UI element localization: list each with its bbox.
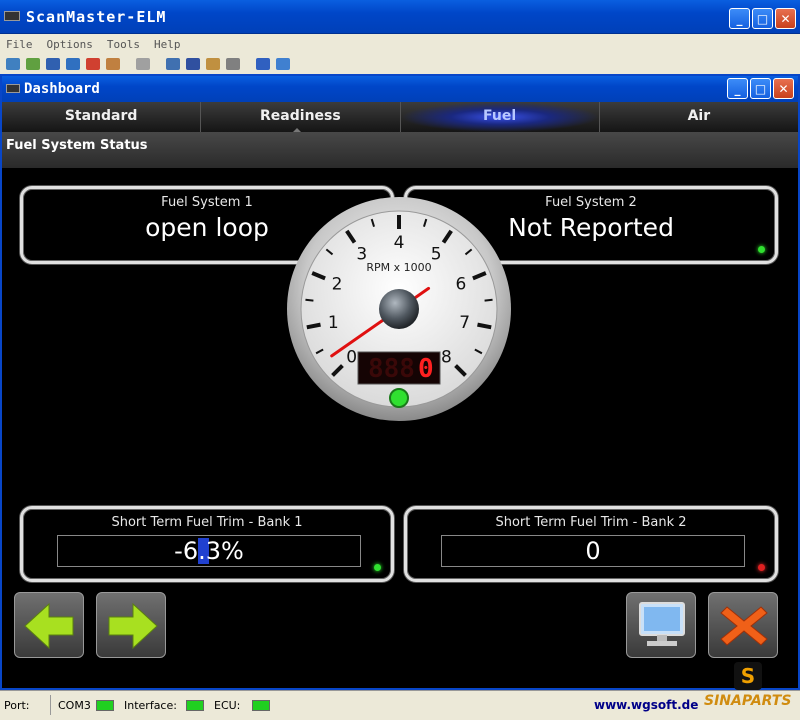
maximize-button[interactable]: □ [752,8,773,29]
gauge-hub [379,289,419,329]
dashboard-close-button[interactable]: ✕ [773,78,794,99]
ecu-status-led [252,700,270,711]
dashboard-tabs: Standard Readiness Fuel Air [2,102,798,132]
exit-button[interactable] [708,592,778,658]
port-value: COM3 [58,699,91,712]
user-icon[interactable] [106,58,120,70]
gauge-tick-label: 6 [455,274,466,294]
gauge-tick-label: 4 [394,233,405,253]
arrow-right-icon [108,602,158,650]
section-title: Fuel System Status [6,138,148,153]
gauge-tick-label: 1 [328,313,339,333]
stft-bank-1-bar: -6.3% [57,535,361,567]
port-status-led [96,700,114,711]
gauge-tick [305,298,314,302]
gauge-tick [484,298,493,302]
info-icon[interactable] [256,58,270,70]
dashboard-title: Dashboard [24,81,100,97]
digital-readout-value: 0 [418,354,434,384]
digital-readout-placeholder: 888 [368,354,415,384]
stft-bank-2-bar: 0 [441,535,745,567]
connect-icon[interactable] [6,58,20,70]
close-button[interactable]: ✕ [775,8,796,29]
windows-icon[interactable] [86,58,100,70]
website-link[interactable]: www.wgsoft.de [594,698,698,712]
toolbar [0,54,800,74]
app-title: ScanMaster-ELM [26,8,167,26]
tab-fuel[interactable]: Fuel [400,102,600,132]
menu-bar: File Options Tools Help [0,34,800,54]
stft-bank-1-status-led [374,564,381,571]
watermark-logo: S [734,662,762,690]
status-separator [50,695,51,715]
dashboard-minimize-button[interactable]: _ [727,78,748,99]
port-label: Port: [4,699,30,712]
gauge-tick-label: 2 [332,274,343,294]
app-icon [4,11,20,21]
dashboard-icon[interactable] [186,58,200,70]
gauge-status-led [389,388,409,408]
refresh-icon[interactable] [26,58,40,70]
settings-icon[interactable] [226,58,240,70]
tab-standard[interactable]: Standard [2,102,202,132]
fuel-system-2-status-led [758,246,765,253]
gauge-unit-label: RPM x 1000 [366,261,431,274]
close-x-icon [720,606,768,646]
menu-options[interactable]: Options [47,38,93,51]
stft-bank-2-panel: Short Term Fuel Trim - Bank 2 0 [404,506,778,582]
monitor-icon [639,602,685,646]
dashboard-titlebar[interactable]: Dashboard _ □ ✕ [2,76,798,102]
fullscreen-button[interactable] [626,592,696,658]
stft-bank-1-panel: Short Term Fuel Trim - Bank 1 -6.3% [20,506,394,582]
interface-status-led [186,700,204,711]
app-titlebar[interactable]: ScanMaster-ELM _ □ ✕ [0,0,800,34]
stft-bank-2-status-led [758,564,765,571]
stft-bank-1-label: Short Term Fuel Trim - Bank 1 [111,515,303,530]
stft-bank-1-value: -6.3% [174,537,244,565]
minimize-button[interactable]: _ [729,8,750,29]
tachometer-gauge: 012345678 RPM x 1000 888 0 [286,196,512,422]
help-icon[interactable] [276,58,290,70]
gauge-tick-label: 8 [441,347,452,367]
ecu-label: ECU: [214,699,241,712]
tool-icon[interactable] [206,58,220,70]
menu-tools[interactable]: Tools [107,38,140,51]
gauge-tick [306,322,321,330]
menu-file[interactable]: File [6,38,33,51]
forward-button[interactable] [96,592,166,658]
section-header: Fuel System Status [2,132,798,168]
screen-icon[interactable] [166,58,180,70]
stft-bank-2-label: Short Term Fuel Trim - Bank 2 [495,515,687,530]
gauge-tick-label: 5 [431,244,442,264]
menu-help[interactable]: Help [154,38,181,51]
gauge-tick-label: 0 [346,347,357,367]
stft-bank-2-value: 0 [585,537,601,565]
status-bar: Port: COM3 Interface: ECU: www.wgsoft.de [0,690,800,720]
arrow-left-icon [24,602,74,650]
tab-air[interactable]: Air [600,102,798,132]
interface-label: Interface: [124,699,177,712]
gauge-tick-label: 7 [459,313,470,333]
gauge-tick [477,322,492,330]
watermark-text: SINAPARTS [704,693,792,709]
monitor-icon[interactable] [46,58,60,70]
dashboard-maximize-button[interactable]: □ [750,78,771,99]
dashboard-icon [6,84,20,93]
back-button[interactable] [14,592,84,658]
chart-icon[interactable] [66,58,80,70]
print-icon[interactable] [136,58,150,70]
